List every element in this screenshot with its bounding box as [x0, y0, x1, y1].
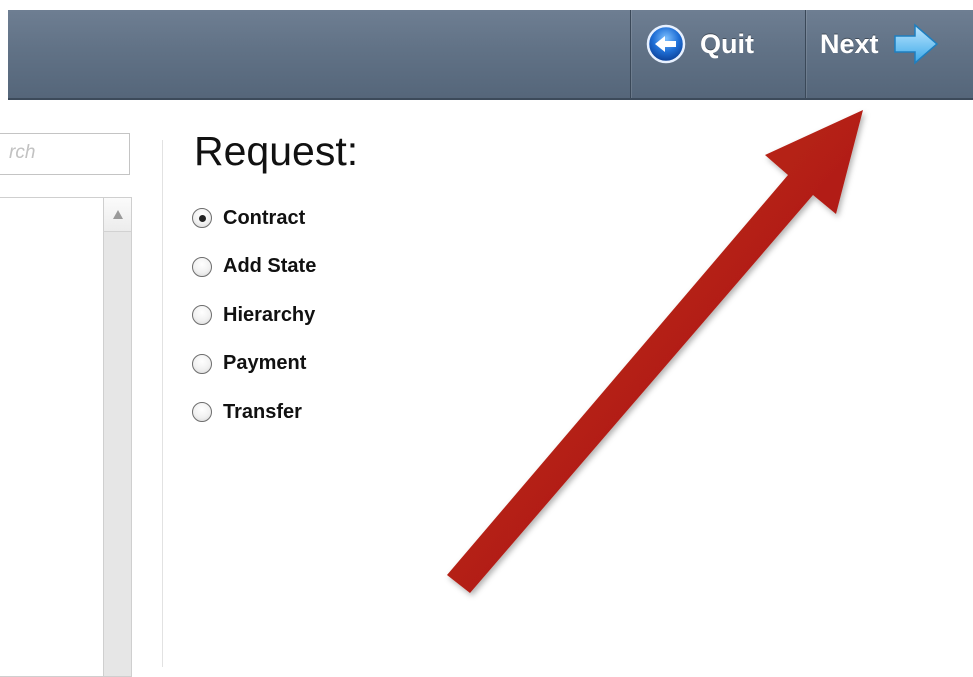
red-arrow-icon	[447, 110, 863, 593]
